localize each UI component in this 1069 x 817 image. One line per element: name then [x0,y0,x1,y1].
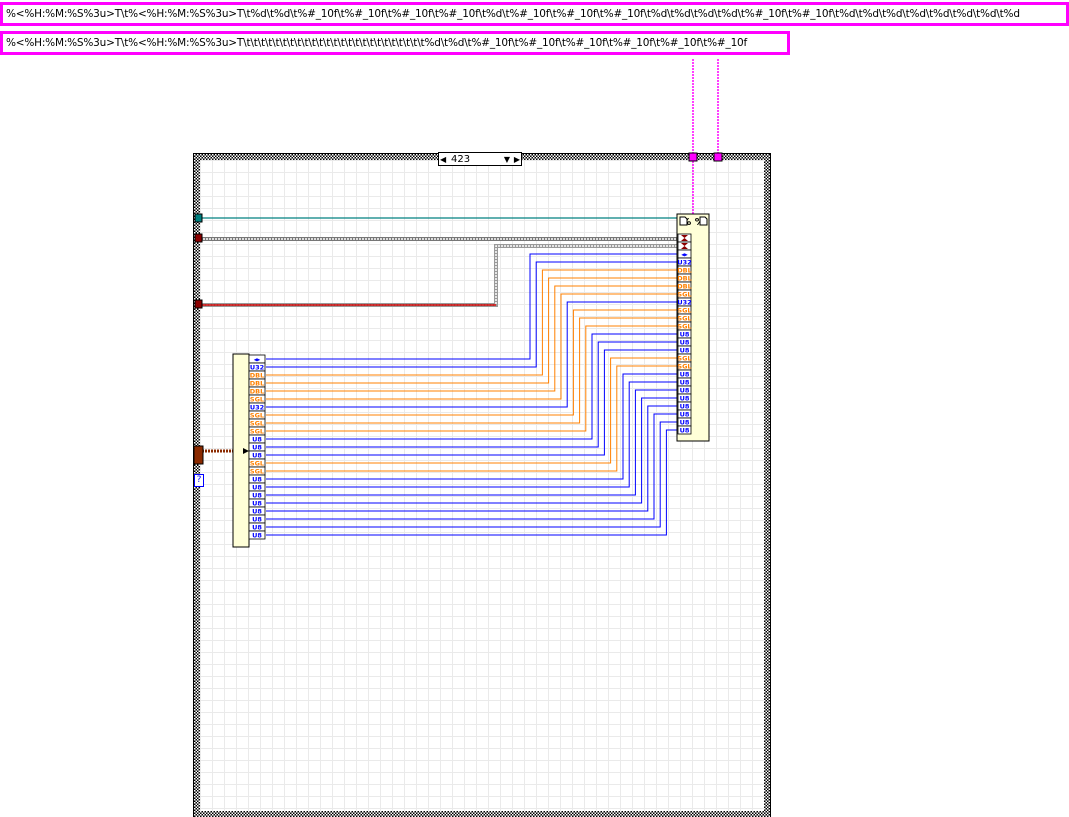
unknown-tunnel: ? [194,474,204,487]
unbundle-terminal-label: SGL [250,420,264,428]
error-tunnel [194,213,203,223]
unbundle-terminal-label: SGL [250,468,264,476]
unbundle-terminal-label: U8 [252,524,262,532]
unbundle-terminal-label: DBL [250,388,265,396]
unbundle-terminal-label: U32 [250,404,264,412]
unbundle-terminal-label: U8 [252,444,262,452]
document-icon [699,216,708,226]
unbundle-terminal-label: U8 [252,452,262,460]
unbundle-terminal-label: DBL [250,372,265,380]
timestamp-wire [200,244,677,307]
format-input-terminal-label: U8 [680,419,690,427]
document-icon [679,216,688,226]
string-tunnel [688,152,698,162]
format-input-terminal-label: SGL [677,315,691,323]
block-diagram-wires: ◂▸U32DBLDBLDBLSGLU32SGLSGLSGLU8U8U8SGLSG… [193,59,723,548]
timestamp-tunnel [194,233,203,243]
timestamp-tunnel [194,299,203,309]
unbundle-terminal-label: U8 [252,476,262,484]
unbundle-terminal-label: SGL [250,428,264,436]
format-input-terminal-label: U8 [680,395,690,403]
string-tunnel [713,152,723,162]
unbundle-terminal-label: DBL [250,380,265,388]
format-input-terminal-label: SGL [677,355,691,363]
format-input-terminal-label: U8 [680,403,690,411]
format-input-terminal-label: U8 [680,427,690,435]
format-input-terminal-label: U32 [677,299,691,307]
format-input-terminal-label: SGL [677,323,691,331]
format-input-terminal-label: SGL [677,307,691,315]
unbundle-terminal-label: U8 [252,436,262,444]
format-input-terminal-label: U8 [680,331,690,339]
format-input-terminal-label: DBL [677,275,692,283]
unbundle-terminal-label: SGL [250,396,264,404]
format-input-terminal-label: U32 [677,259,691,267]
format-input-terminal-label: U8 [680,387,690,395]
format-input-terminal-label: U8 [680,379,690,387]
format-input-terminal-label: SGL [677,291,691,299]
format-input-terminal-label: U8 [680,347,690,355]
unbundle-terminal-label: U8 [252,508,262,516]
unbundle-terminal-label: U8 [252,484,262,492]
unbundle-terminal-label: SGL [250,412,264,420]
unbundle-terminal-label: U8 [252,492,262,500]
format-input-terminal-label: DBL [677,283,692,291]
unbundle-terminal-label: U8 [252,500,262,508]
format-input-terminal-label: U8 [680,339,690,347]
format-input-terminal-label: U8 [680,411,690,419]
format-input-terminal-label: DBL [677,267,692,275]
unbundle-terminal-label: U8 [252,532,262,540]
format-input-terminal-label: ◂▸ [681,251,688,259]
timestamp-wire [200,245,677,306]
cluster-tunnel [193,445,204,465]
unbundle-terminal-label: SGL [250,460,264,468]
unbundle-terminal-label: U32 [250,364,264,372]
unbundle-terminal-label: U8 [252,516,262,524]
format-input-terminal-label: SGL [677,363,691,371]
unbundle-terminal-label: ◂▸ [254,356,261,364]
format-input-terminal-label: U8 [680,371,690,379]
